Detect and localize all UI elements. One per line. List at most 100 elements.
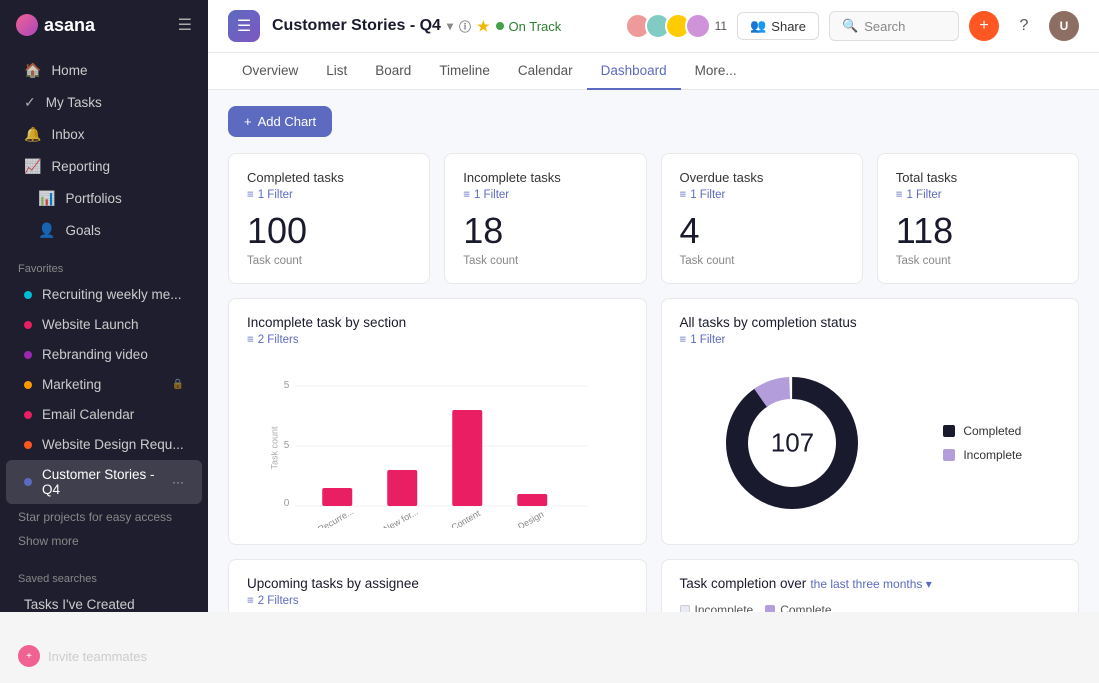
tab-more[interactable]: More... [681, 53, 751, 90]
search-icon: 🔍 [842, 18, 858, 34]
tab-overview[interactable]: Overview [228, 53, 312, 90]
donut-legend: Completed Incomplete [943, 424, 1022, 462]
share-button[interactable]: 👥 Share [737, 12, 819, 40]
star-icon[interactable]: ★ [477, 18, 490, 35]
tab-calendar[interactable]: Calendar [504, 53, 587, 90]
stat-value-total: 118 [896, 211, 1060, 251]
svg-text:Design: Design [516, 509, 545, 528]
add-button[interactable]: + [969, 11, 999, 41]
bell-icon: 🔔 [24, 126, 41, 143]
legend-item-incomplete: Incomplete [943, 448, 1022, 462]
star-projects-hint: Star projects for easy access [0, 505, 208, 529]
project-title: Customer Stories - Q4 ▾ ⓘ ★ On Track [272, 17, 561, 35]
status-badge: On Track [496, 19, 562, 34]
search-box[interactable]: 🔍 Search [829, 11, 959, 41]
sidebar-item-label: Reporting [51, 159, 110, 174]
sidebar-item-website-design[interactable]: Website Design Requ... [6, 430, 202, 459]
bar-chart-filter[interactable]: ≡ 2 Filters [247, 334, 628, 346]
legend-item-complete: Complete [765, 603, 831, 612]
add-chart-button[interactable]: + Add Chart [228, 106, 332, 137]
svg-text:Task count: Task count [269, 426, 279, 470]
donut-chart-filter[interactable]: ≡ 1 Filter [680, 334, 1061, 346]
sidebar-item-recruiting[interactable]: Recruiting weekly me... [6, 280, 202, 309]
info-icon[interactable]: ⓘ [459, 18, 471, 35]
stat-filter-completed[interactable]: ≡ 1 Filter [247, 189, 411, 201]
user-avatar[interactable]: U [1049, 11, 1079, 41]
topbar-right: 11 👥 Share 🔍 Search + ? U [625, 11, 1079, 41]
home-icon: 🏠 [24, 62, 41, 79]
favorites-section-title: Favorites [0, 251, 208, 279]
saved-searches-section: Saved searches Tasks I've Created [0, 553, 208, 628]
legend-label-completed: Completed [963, 424, 1021, 438]
svg-text:New for...: New for... [382, 506, 420, 527]
reporting-icon: 📈 [24, 158, 41, 175]
sidebar-item-my-tasks[interactable]: ✓ My Tasks [6, 87, 202, 118]
sidebar-item-rebranding[interactable]: Rebranding video [6, 340, 202, 369]
sidebar-item-label: Inbox [51, 127, 84, 142]
filter-label: 1 Filter [690, 334, 725, 346]
project-name-label: Customer Stories - Q4 [272, 17, 441, 35]
sidebar-item-website-launch[interactable]: Website Launch [6, 310, 202, 339]
stat-card-title: Overdue tasks [680, 170, 844, 185]
sidebar-bottom: + Invite teammates [0, 628, 208, 683]
sidebar-item-label: Rebranding video [42, 347, 148, 362]
show-more-button[interactable]: Show more [0, 529, 208, 553]
tab-list[interactable]: List [312, 53, 361, 90]
assignee-filter[interactable]: ≡ 2 Filters [247, 595, 628, 607]
invite-teammates-button[interactable]: + Invite teammates [0, 637, 208, 675]
status-dot [496, 22, 504, 30]
more-options-icon[interactable]: ··· [172, 475, 184, 489]
help-button[interactable]: ? [1009, 11, 1039, 41]
stat-value-overdue: 4 [680, 211, 844, 251]
dashboard-content: + Add Chart Completed tasks ≡ 1 Filter 1… [208, 90, 1099, 612]
tab-dashboard[interactable]: Dashboard [587, 53, 681, 90]
sidebar-item-inbox[interactable]: 🔔 Inbox [6, 119, 202, 150]
status-label: On Track [509, 19, 562, 34]
stat-card-title: Total tasks [896, 170, 1060, 185]
main-content: ☰ Customer Stories - Q4 ▾ ⓘ ★ On Track 1… [208, 0, 1099, 612]
filter-icon: ≡ [680, 189, 687, 201]
sidebar-item-label: Portfolios [65, 191, 121, 206]
tab-board[interactable]: Board [361, 53, 425, 90]
chevron-down-icon: ▾ [926, 577, 932, 591]
sidebar-item-marketing[interactable]: Marketing 🔒 [6, 370, 202, 399]
charts-row: Incomplete task by section ≡ 2 Filters 5… [228, 298, 1079, 545]
logo-icon [16, 14, 38, 36]
filter-icon: ≡ [896, 189, 903, 201]
sidebar-nav: 🏠 Home ✓ My Tasks 🔔 Inbox 📈 Reporting 📊 … [0, 50, 208, 251]
subtitle-label: the last three months [810, 577, 922, 591]
logo: asana [16, 14, 95, 36]
donut-chart-visual: 107 [717, 368, 867, 518]
filter-label: 1 Filter [906, 189, 941, 201]
svg-text:5: 5 [284, 440, 290, 451]
question-icon: ? [1020, 17, 1029, 35]
stat-value-incomplete: 18 [463, 211, 627, 251]
stat-filter-incomplete[interactable]: ≡ 1 Filter [463, 189, 627, 201]
donut-area: 107 Completed Incomplete [680, 358, 1061, 528]
sidebar-item-label: Website Launch [42, 317, 139, 332]
sidebar-item-label: Website Design Requ... [42, 437, 184, 452]
sidebar-item-goals[interactable]: 👤 Goals [6, 215, 202, 246]
collapse-sidebar-button[interactable]: ☰ [178, 15, 192, 35]
fav-dot [24, 381, 32, 389]
goals-icon: 👤 [38, 222, 55, 239]
stat-sublabel: Task count [463, 255, 627, 267]
share-icon: 👥 [750, 18, 766, 34]
sidebar-item-reporting[interactable]: 📈 Reporting [6, 151, 202, 182]
sidebar-item-email-calendar[interactable]: Email Calendar [6, 400, 202, 429]
legend-item-completed: Completed [943, 424, 1022, 438]
sidebar-item-customer-stories[interactable]: Customer Stories - Q4 ··· [6, 460, 202, 504]
sidebar-item-home[interactable]: 🏠 Home [6, 55, 202, 86]
sidebar-item-tasks-created[interactable]: Tasks I've Created [6, 590, 202, 619]
stat-filter-overdue[interactable]: ≡ 1 Filter [680, 189, 844, 201]
filter-label: 1 Filter [690, 189, 725, 201]
svg-text:0: 0 [284, 498, 290, 509]
stat-sublabel: Task count [680, 255, 844, 267]
filter-icon: ≡ [247, 334, 254, 346]
completion-card-subtitle[interactable]: the last three months ▾ [810, 577, 931, 591]
fav-dot [24, 441, 32, 449]
stat-filter-total[interactable]: ≡ 1 Filter [896, 189, 1060, 201]
tab-timeline[interactable]: Timeline [425, 53, 504, 90]
chevron-down-icon[interactable]: ▾ [447, 19, 453, 33]
sidebar-item-portfolios[interactable]: 📊 Portfolios [6, 183, 202, 214]
